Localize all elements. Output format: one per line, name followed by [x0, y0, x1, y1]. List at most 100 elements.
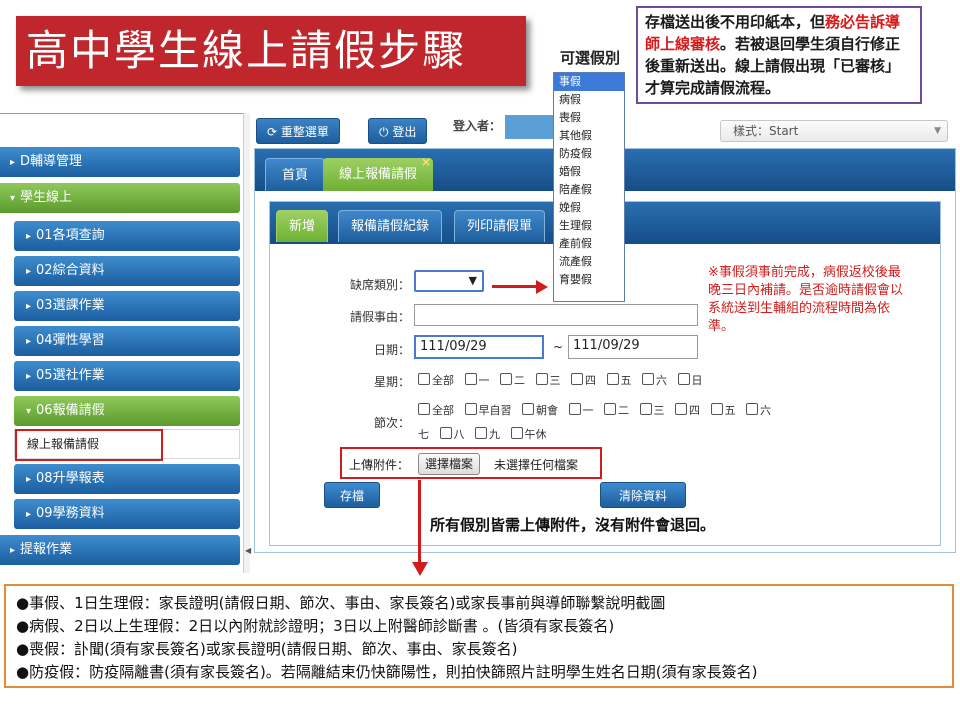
checkbox[interactable]	[475, 427, 487, 439]
sidebar-item-label: D輔導管理	[20, 154, 83, 169]
leave-option[interactable]: 育嬰假	[554, 271, 624, 289]
close-icon[interactable]: ×	[421, 146, 431, 179]
rule-line: ●喪假：訃聞(須有家長簽名)或家長證明(請假日期、節次、事由、家長簽名)	[16, 640, 518, 658]
tab-leave-records[interactable]: 報備請假紀錄	[338, 210, 443, 242]
save-button[interactable]: 存檔	[324, 482, 380, 508]
weekday-option[interactable]: 六	[642, 372, 667, 388]
checkbox[interactable]	[677, 373, 690, 385]
weekday-option[interactable]: 五	[606, 372, 632, 388]
tab-add[interactable]: 新增	[276, 210, 329, 242]
weekday-option[interactable]: 三	[535, 372, 561, 388]
tab-home[interactable]: 首頁	[265, 158, 326, 191]
period-option[interactable]: 七	[418, 426, 429, 442]
period-option[interactable]: 朝會	[522, 402, 558, 418]
date-from-input[interactable]: 111/09/29	[414, 335, 544, 359]
leave-option[interactable]: 娩假	[554, 199, 624, 217]
checkbox[interactable]	[604, 403, 616, 415]
style-select-label: 樣式：Start	[733, 124, 799, 138]
sidebar-item-flexible-learning[interactable]: ▸ 04彈性學習	[14, 326, 240, 356]
period-option[interactable]: 二	[604, 402, 629, 418]
weekday-option[interactable]: 日	[677, 372, 703, 388]
sidebar-item-course-selection[interactable]: ▸ 03選課作業	[14, 291, 240, 321]
period-option[interactable]: 一	[568, 402, 594, 418]
style-select[interactable]: 樣式：Start ▼	[720, 120, 948, 142]
leave-option[interactable]: 流產假	[554, 253, 624, 271]
checkbox[interactable]	[746, 403, 758, 415]
checkbox[interactable]	[439, 427, 452, 439]
checkbox[interactable]	[464, 403, 477, 415]
absence-type-select[interactable]: ▼	[414, 270, 484, 292]
leave-option[interactable]: 病假	[554, 91, 624, 109]
period-option-label: 四	[689, 404, 700, 417]
leave-option[interactable]: 陪產假	[554, 181, 624, 199]
period-option-label: 早自習	[478, 404, 512, 417]
period-option-label: 五	[724, 404, 736, 417]
period-option-label: 七	[418, 428, 429, 441]
period-option[interactable]: 全部	[418, 402, 454, 418]
checkbox[interactable]	[535, 373, 548, 385]
sidebar-item-submission[interactable]: ▸ 提報作業	[0, 535, 240, 565]
period-option-label: 三	[653, 404, 665, 417]
clear-button[interactable]: 清除資料	[600, 482, 686, 508]
leave-option[interactable]: 事假	[554, 73, 624, 91]
tab-online-leave[interactable]: 線上報備請假 ×	[323, 155, 434, 191]
period-option[interactable]: 八	[439, 426, 465, 442]
checkbox[interactable]	[522, 403, 534, 415]
leave-option[interactable]: 其他假	[554, 127, 624, 145]
checkbox[interactable]	[710, 403, 723, 415]
checkbox[interactable]	[418, 373, 430, 385]
sidebar-item-student-online[interactable]: ▾ 學生線上	[0, 183, 240, 213]
sidebar-item-queries[interactable]: ▸ 01各項查詢	[14, 221, 240, 251]
sidebar-item-general-data[interactable]: ▸ 02綜合資料	[14, 256, 240, 286]
reason-input[interactable]	[414, 304, 698, 326]
weekday-option[interactable]: 四	[571, 372, 596, 388]
sidebar-splitter[interactable]: ◀	[243, 113, 251, 573]
period-option[interactable]: 五	[710, 402, 736, 418]
checkbox[interactable]	[639, 403, 652, 415]
sidebar-item-leave-report[interactable]: ▾ 06報備請假	[14, 396, 240, 426]
weekday-option[interactable]: 一	[464, 372, 490, 388]
checkbox[interactable]	[500, 373, 512, 385]
checkbox[interactable]	[464, 373, 477, 385]
checkbox[interactable]	[675, 403, 687, 415]
period-option[interactable]: 九	[475, 426, 500, 442]
sidebar-item-label: 09學務資料	[36, 506, 105, 521]
leave-option[interactable]: 防疫假	[554, 145, 624, 163]
date-to-input[interactable]: 111/09/29	[568, 335, 698, 359]
rule-line: ●病假、2日以上生理假：2日以內附就診證明；3日以上附醫師診斷書 。(皆須有家長…	[16, 617, 615, 635]
reset-menu-button[interactable]: ⟳ 重整選單	[256, 118, 340, 144]
checkbox[interactable]	[642, 373, 654, 385]
period-option[interactable]: 三	[639, 402, 665, 418]
weekday-option[interactable]: 二	[500, 372, 525, 388]
period-option[interactable]: 午休	[510, 426, 547, 442]
leave-option[interactable]: 產前假	[554, 235, 624, 253]
tab-print-leave[interactable]: 列印請假單	[454, 210, 546, 242]
sidebar-item-counseling[interactable]: ▸ D輔導管理	[0, 147, 240, 177]
sidebar-item-admission-reports[interactable]: ▸ 08升學報表	[14, 464, 240, 494]
checkbox[interactable]	[568, 403, 581, 415]
weekday-option[interactable]: 全部	[418, 372, 454, 388]
refresh-icon: ⟳	[267, 125, 278, 139]
advance-notice-note: ※事假須事前完成，病假返校後最晚三日內補請。是否逾時請假會以系統送到生輔組的流程…	[708, 265, 904, 334]
period-option-label: 八	[453, 428, 465, 441]
leave-option[interactable]: 喪假	[554, 109, 624, 127]
leave-option[interactable]: 婚假	[554, 163, 624, 181]
checkbox[interactable]	[571, 373, 583, 385]
logout-button[interactable]: ⏻ 登出	[368, 118, 428, 144]
checkbox[interactable]	[418, 403, 430, 415]
weekday-label: 星期：	[373, 375, 410, 389]
period-option[interactable]: 早自習	[464, 402, 512, 418]
period-option[interactable]: 四	[675, 402, 700, 418]
checkbox[interactable]	[606, 373, 619, 385]
sidebar-item-student-affairs[interactable]: ▸ 09學務資料	[14, 499, 240, 529]
sidebar-item-label: 01各項查詢	[36, 228, 105, 243]
choose-file-button[interactable]: 選擇檔案	[418, 453, 481, 475]
weekday-option-label: 五	[620, 374, 632, 387]
note-text-1: 存檔送出後不用印紙本，但	[645, 13, 826, 31]
period-option[interactable]: 六	[746, 402, 771, 418]
checkbox[interactable]	[510, 427, 523, 439]
leave-option[interactable]: 生理假	[554, 217, 624, 235]
sidebar-item-club-selection[interactable]: ▸ 05選社作業	[14, 361, 240, 391]
leave-type-dropdown-list[interactable]: 事假 病假 喪假 其他假 防疫假 婚假 陪產假 娩假 生理假 產前假 流產假 育…	[553, 72, 625, 302]
period-option-label: 九	[489, 428, 500, 441]
